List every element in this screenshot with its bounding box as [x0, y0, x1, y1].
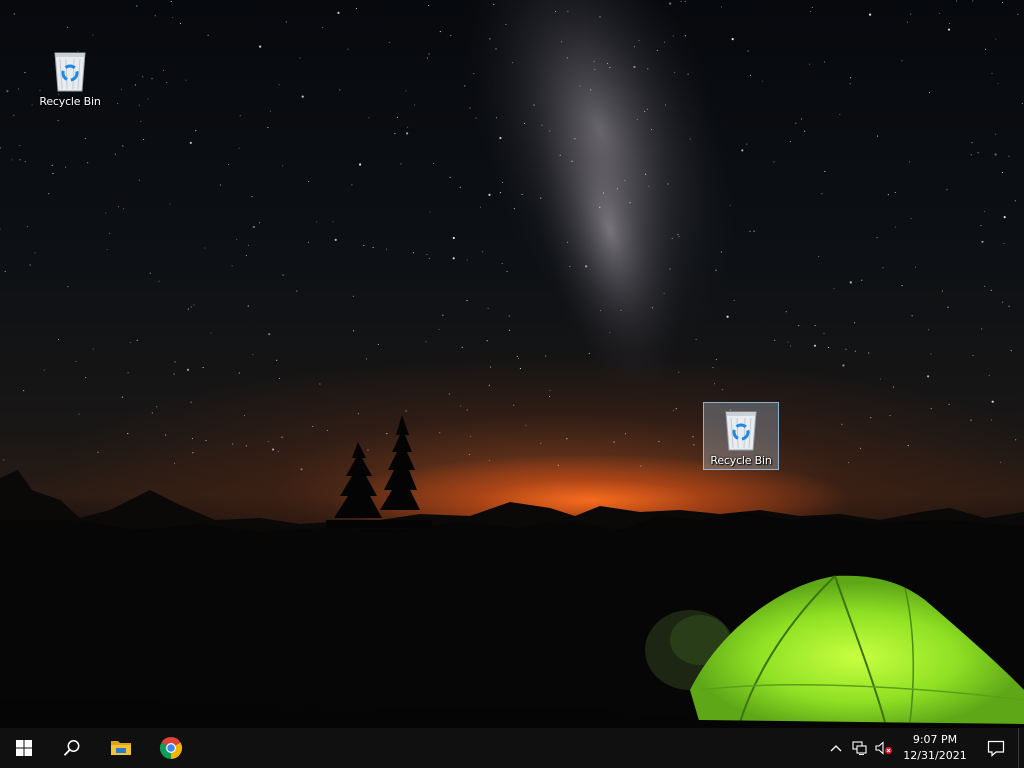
recycle-bin-label: Recycle Bin	[710, 454, 772, 467]
system-tray: 9:07 PM 12/31/2021	[824, 728, 1024, 768]
show-desktop-button[interactable]	[1018, 728, 1024, 768]
chrome-button[interactable]	[146, 728, 196, 768]
volume-button[interactable]	[872, 728, 896, 768]
desktop[interactable]: Recycle Bin Recycle Bin	[0, 0, 1024, 728]
desktop-icon-recycle-bin[interactable]: Recycle Bin	[32, 44, 108, 112]
volume-muted-icon	[875, 741, 893, 755]
network-icon	[852, 741, 867, 755]
start-button[interactable]	[0, 728, 48, 768]
desktop-icon-recycle-bin-selected[interactable]: Recycle Bin	[703, 402, 779, 470]
windows-start-icon	[16, 740, 32, 756]
recycle-bin-icon	[54, 52, 86, 92]
file-explorer-button[interactable]	[96, 728, 146, 768]
network-button[interactable]	[848, 728, 872, 768]
chrome-icon	[159, 737, 183, 759]
action-center-icon	[987, 740, 1005, 757]
clock-date: 12/31/2021	[903, 749, 967, 762]
wallpaper-image	[0, 0, 1024, 728]
file-explorer-icon	[111, 741, 131, 755]
action-center-button[interactable]	[974, 728, 1018, 768]
show-hidden-icons-button[interactable]	[824, 728, 848, 768]
taskbar: 9:07 PM 12/31/2021	[0, 728, 1024, 768]
search-icon	[63, 740, 80, 756]
search-button[interactable]	[48, 728, 96, 768]
clock-time: 9:07 PM	[912, 733, 958, 746]
chevron-up-icon	[830, 745, 842, 752]
recycle-bin-label: Recycle Bin	[39, 95, 101, 108]
recycle-bin-icon	[725, 411, 757, 451]
clock-button[interactable]: 9:07 PM 12/31/2021	[896, 728, 974, 768]
